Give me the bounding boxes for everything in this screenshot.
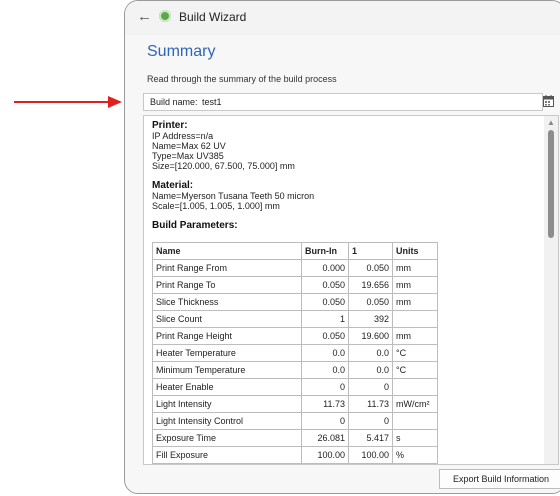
param-burn-in: 1: [301, 310, 349, 328]
param-units: [392, 310, 438, 328]
material-title: Material:: [152, 180, 194, 191]
param-name: Exposure Time: [152, 429, 302, 447]
param-layer-1: 0.0: [348, 361, 393, 379]
window-title: Build Wizard: [179, 10, 247, 24]
scroll-up-icon[interactable]: ▲: [547, 118, 555, 127]
param-layer-1: 0.050: [348, 293, 393, 311]
build-name-input[interactable]: [200, 95, 540, 108]
table-row: Print Range Height 0.050 19.600 mm: [152, 327, 438, 345]
build-name-row: Build name:: [143, 93, 543, 111]
printer-ip: IP Address=n/a: [152, 131, 214, 141]
param-name: Slice Count: [152, 310, 302, 328]
param-layer-1: 19.656: [348, 276, 393, 294]
export-build-information-button[interactable]: Export Build Information: [439, 469, 560, 489]
param-units: °C: [392, 344, 438, 362]
param-burn-in: 0: [301, 412, 349, 430]
param-burn-in: 0.050: [301, 327, 349, 345]
param-units: mm: [392, 259, 438, 277]
title-bar: ← Build Wizard: [125, 1, 560, 35]
param-burn-in: 0: [301, 378, 349, 396]
header-name: Name: [152, 242, 302, 260]
param-units: °C: [392, 361, 438, 379]
summary-panel[interactable]: Printer: IP Address=n/a Name=Max 62 UV T…: [143, 115, 559, 465]
material-scale: Scale=[1.005, 1.005, 1.000] mm: [152, 201, 280, 211]
param-units: [392, 412, 438, 430]
scrollbar-thumb[interactable]: [548, 130, 554, 238]
printer-size: Size=[120.000, 67.500, 75.000] mm: [152, 161, 295, 171]
back-arrow-icon[interactable]: ←: [137, 8, 152, 25]
vertical-scrollbar[interactable]: ▲: [544, 116, 558, 464]
param-layer-1: 0.050: [348, 259, 393, 277]
param-units: s: [392, 429, 438, 447]
param-name: Minimum Temperature: [152, 361, 302, 379]
param-name: Light Intensity Control: [152, 412, 302, 430]
param-burn-in: 11.73: [301, 395, 349, 413]
app-icon: [159, 10, 171, 22]
param-units: mm: [392, 276, 438, 294]
param-burn-in: 26.081: [301, 429, 349, 447]
param-units: %: [392, 446, 438, 464]
table-row: Light Intensity 11.73 11.73 mW/cm²: [152, 395, 438, 413]
param-layer-1: 100.00: [348, 446, 393, 464]
param-name: Heater Enable: [152, 378, 302, 396]
param-units: mW/cm²: [392, 395, 438, 413]
build-parameters-title: Build Parameters:: [152, 220, 238, 231]
param-layer-1: 0.0: [348, 344, 393, 362]
param-name: Light Intensity: [152, 395, 302, 413]
param-name: Slice Thickness: [152, 293, 302, 311]
header-layer-1: 1: [348, 242, 393, 260]
param-units: [392, 378, 438, 396]
param-layer-1: 19.600: [348, 327, 393, 345]
material-name: Name=Myerson Tusana Teeth 50 micron: [152, 191, 315, 201]
param-layer-1: 0: [348, 378, 393, 396]
param-layer-1: 392: [348, 310, 393, 328]
calendar-icon[interactable]: [543, 95, 554, 107]
table-header-row: Name Burn-In 1 Units: [152, 242, 438, 260]
param-name: Heater Temperature: [152, 344, 302, 362]
table-row: Light Intensity Control 0 0: [152, 412, 438, 430]
param-name: Print Range Height: [152, 327, 302, 345]
build-parameters-table: Name Burn-In 1 Units Print Range From 0.0…: [152, 242, 438, 464]
param-burn-in: 100.00: [301, 446, 349, 464]
param-burn-in: 0.050: [301, 276, 349, 294]
table-row: Slice Thickness 0.050 0.050 mm: [152, 293, 438, 311]
header-units: Units: [392, 242, 438, 260]
build-name-label: Build name:: [150, 97, 198, 107]
header-burn-in: Burn-In: [301, 242, 349, 260]
page-title: Summary: [147, 43, 216, 60]
build-wizard-window: ← Build Wizard Summary Read through the …: [124, 0, 560, 494]
table-row: Print Range From 0.000 0.050 mm: [152, 259, 438, 277]
param-units: mm: [392, 327, 438, 345]
summary-content: Printer: IP Address=n/a Name=Max 62 UV T…: [152, 120, 532, 464]
table-row: Print Range To 0.050 19.656 mm: [152, 276, 438, 294]
annotation-arrow: [14, 96, 122, 108]
param-name: Print Range To: [152, 276, 302, 294]
param-layer-1: 5.417: [348, 429, 393, 447]
param-name: Fill Exposure: [152, 446, 302, 464]
param-layer-1: 0: [348, 412, 393, 430]
table-row: Minimum Temperature 0.0 0.0 °C: [152, 361, 438, 379]
printer-name: Name=Max 62 UV: [152, 141, 226, 151]
table-row: Slice Count 1 392: [152, 310, 438, 328]
table-row: Heater Temperature 0.0 0.0 °C: [152, 344, 438, 362]
param-units: mm: [392, 293, 438, 311]
param-layer-1: 11.73: [348, 395, 393, 413]
table-row: Exposure Time 26.081 5.417 s: [152, 429, 438, 447]
printer-type: Type=Max UV385: [152, 151, 224, 161]
param-burn-in: 0.000: [301, 259, 349, 277]
param-burn-in: 0.0: [301, 344, 349, 362]
param-burn-in: 0.050: [301, 293, 349, 311]
table-row: Heater Enable 0 0: [152, 378, 438, 396]
param-name: Print Range From: [152, 259, 302, 277]
table-row: Fill Exposure 100.00 100.00%: [152, 446, 438, 464]
printer-title: Printer:: [152, 120, 188, 131]
param-burn-in: 0.0: [301, 361, 349, 379]
page-description: Read through the summary of the build pr…: [147, 74, 337, 84]
